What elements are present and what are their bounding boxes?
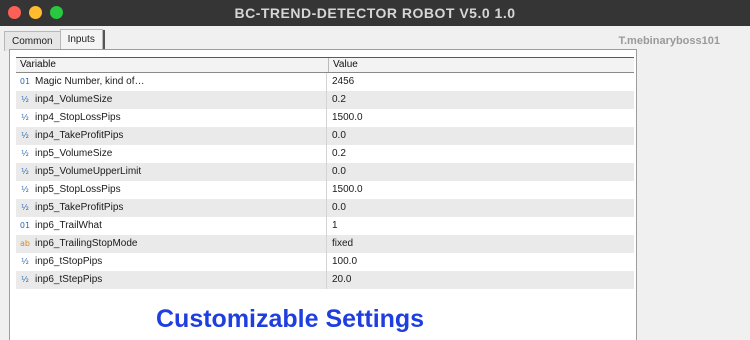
double-icon: ½ — [21, 131, 29, 140]
double-icon: ½ — [21, 203, 29, 212]
table-row[interactable]: ½ inp5_VolumeUpperLimit 0.0 — [16, 163, 634, 181]
variable-cell: ½ inp5_VolumeUpperLimit — [16, 163, 327, 181]
value-cell[interactable]: 0.2 — [327, 145, 634, 163]
watermark-text: T.mebinaryboss101 — [618, 35, 721, 47]
variable-name: inp4_TakeProfitPips — [35, 130, 124, 141]
variable-name: inp5_TakeProfitPips — [35, 202, 124, 213]
value-cell[interactable]: 20.0 — [327, 271, 634, 289]
variable-name: inp6_tStepPips — [35, 274, 103, 285]
table-row[interactable]: ½ inp4_TakeProfitPips 0.0 — [16, 127, 634, 145]
variable-name: inp4_VolumeSize — [35, 94, 113, 105]
variable-cell: 01 inp6_TrailWhat — [16, 217, 327, 235]
value-cell[interactable]: 1500.0 — [327, 181, 634, 199]
value-cell[interactable]: 0.0 — [327, 163, 634, 181]
title-bar: BC-TREND-DETECTOR ROBOT V5.0 1.0 — [0, 0, 750, 26]
variable-cell: ½ inp6_tStopPips — [16, 253, 327, 271]
variable-cell: ½ inp5_StopLossPips — [16, 181, 327, 199]
value-cell[interactable]: fixed — [327, 235, 634, 253]
zoom-window-button[interactable] — [50, 6, 63, 19]
value-cell[interactable]: 1 — [327, 217, 634, 235]
table-row[interactable]: ½ inp5_VolumeSize 0.2 — [16, 145, 634, 163]
inputs-panel: Variable Value 01 Magic Number, kind of… 2… — [9, 49, 637, 340]
double-icon: ½ — [21, 113, 29, 122]
customizable-settings-caption: Customizable Settings — [156, 305, 425, 333]
variable-name: Magic Number, kind of… — [35, 76, 145, 87]
table-row[interactable]: ½ inp6_tStepPips 20.0 — [16, 271, 634, 289]
window-title: BC-TREND-DETECTOR ROBOT V5.0 1.0 — [234, 5, 516, 21]
double-icon: ½ — [21, 95, 29, 104]
double-icon: ½ — [21, 257, 29, 266]
value-cell[interactable]: 0.2 — [327, 91, 634, 109]
close-window-button[interactable] — [8, 6, 21, 19]
variable-name: inp5_VolumeUpperLimit — [35, 166, 142, 177]
double-icon: ½ — [21, 275, 29, 284]
value-column-header[interactable]: Value — [329, 58, 634, 72]
variable-name: inp5_VolumeSize — [35, 148, 113, 159]
variable-name: inp5_StopLossPips — [35, 184, 121, 195]
table-header: Variable Value — [16, 58, 634, 73]
variable-cell: ½ inp4_TakeProfitPips — [16, 127, 327, 145]
double-icon: ½ — [21, 149, 29, 158]
integer-icon: 01 — [19, 77, 31, 86]
variable-cell: ½ inp4_StopLossPips — [16, 109, 327, 127]
variable-cell: ½ inp4_VolumeSize — [16, 91, 327, 109]
inputs-table: Variable Value 01 Magic Number, kind of… 2… — [16, 57, 634, 289]
variable-name: inp6_tStopPips — [35, 256, 103, 267]
variable-name: inp4_StopLossPips — [35, 112, 121, 123]
table-row[interactable]: ½ inp4_VolumeSize 0.2 — [16, 91, 634, 109]
variable-cell: 01 Magic Number, kind of… — [16, 73, 327, 91]
value-cell[interactable]: 100.0 — [327, 253, 634, 271]
variable-column-header[interactable]: Variable — [16, 58, 329, 72]
variable-name: inp6_TrailWhat — [35, 220, 102, 231]
table-row[interactable]: 01 Magic Number, kind of… 2456 — [16, 73, 634, 91]
tab-common[interactable]: Common — [4, 31, 61, 51]
table-row[interactable]: ab inp6_TrailingStopMode fixed — [16, 235, 634, 253]
tab-inputs[interactable]: Inputs — [59, 29, 106, 51]
variable-cell: ½ inp6_tStepPips — [16, 271, 327, 289]
table-row[interactable]: ½ inp4_StopLossPips 1500.0 — [16, 109, 634, 127]
minimize-window-button[interactable] — [29, 6, 42, 19]
string-icon: ab — [20, 239, 30, 248]
variable-name: inp6_TrailingStopMode — [35, 238, 138, 249]
table-row[interactable]: 01 inp6_TrailWhat 1 — [16, 217, 634, 235]
double-icon: ½ — [21, 185, 29, 194]
table-row[interactable]: ½ inp5_TakeProfitPips 0.0 — [16, 199, 634, 217]
integer-icon: 01 — [19, 221, 31, 230]
table-row[interactable]: ½ inp6_tStopPips 100.0 — [16, 253, 634, 271]
value-cell[interactable]: 1500.0 — [327, 109, 634, 127]
variable-cell: ab inp6_TrailingStopMode — [16, 235, 327, 253]
window-controls — [8, 6, 63, 19]
value-cell[interactable]: 2456 — [327, 73, 634, 91]
table-row[interactable]: ½ inp5_StopLossPips 1500.0 — [16, 181, 634, 199]
value-cell[interactable]: 0.0 — [327, 199, 634, 217]
variable-cell: ½ inp5_TakeProfitPips — [16, 199, 327, 217]
value-cell[interactable]: 0.0 — [327, 127, 634, 145]
tab-bar: Common Inputs — [4, 29, 106, 51]
double-icon: ½ — [21, 167, 29, 176]
variable-cell: ½ inp5_VolumeSize — [16, 145, 327, 163]
